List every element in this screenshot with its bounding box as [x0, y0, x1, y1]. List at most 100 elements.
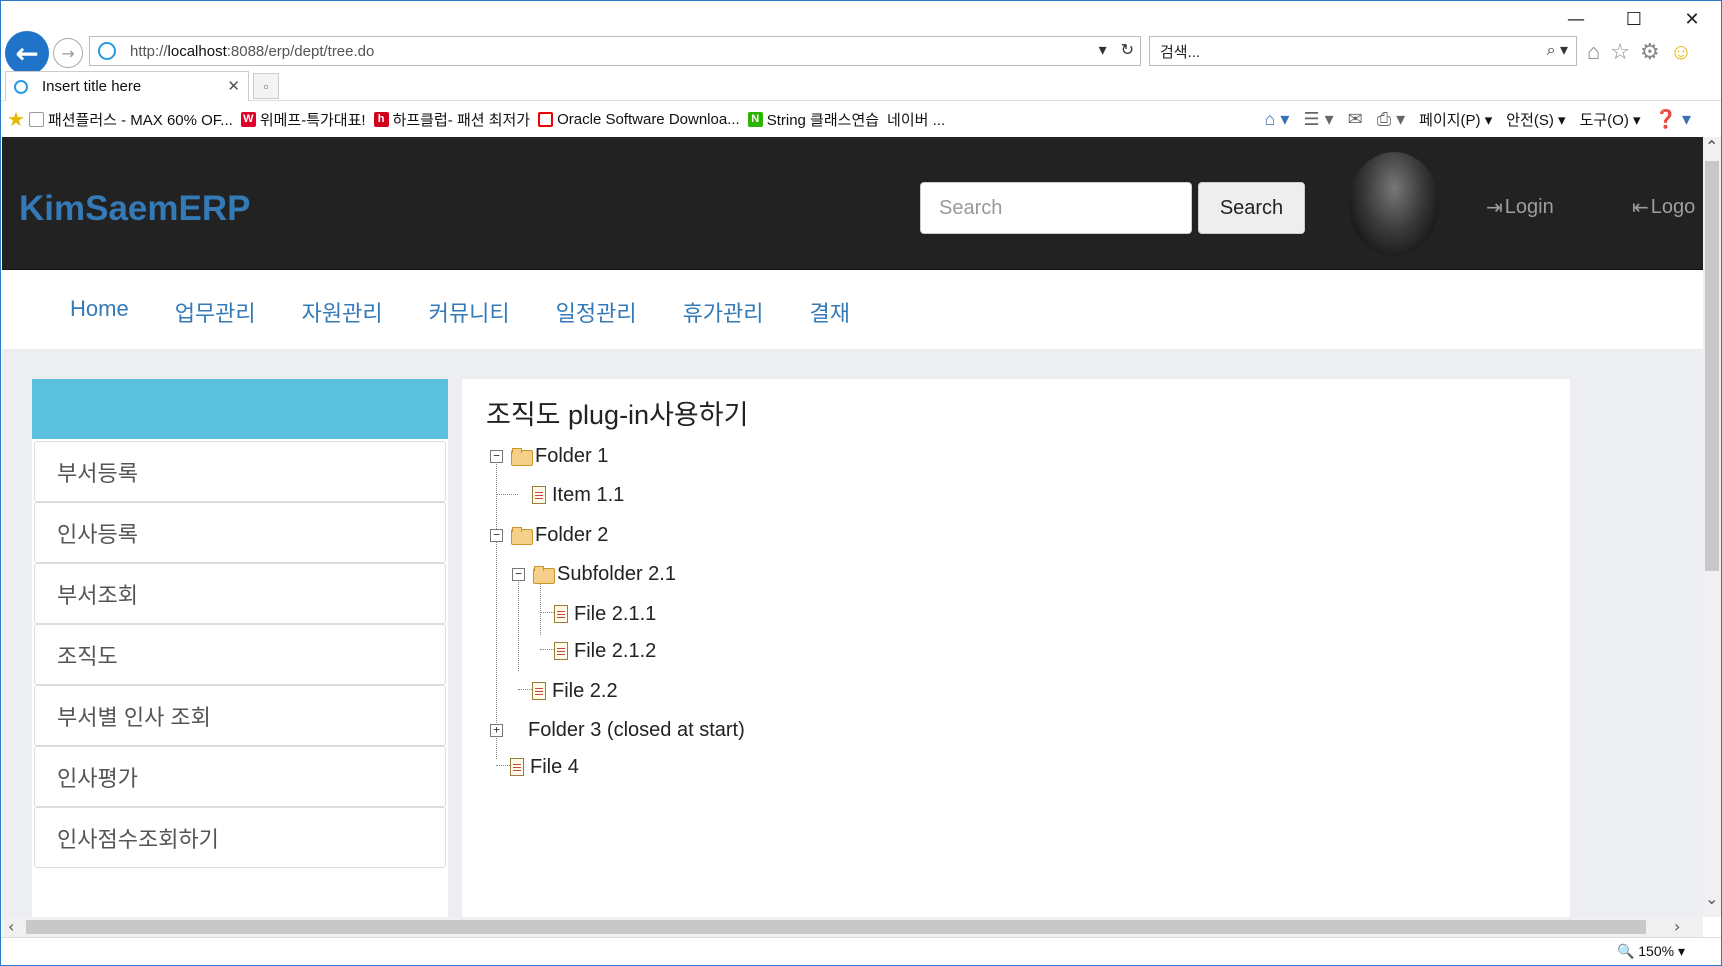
nav-item-community[interactable]: 커뮤니티	[429, 296, 510, 328]
back-button[interactable]: ←	[5, 31, 49, 75]
refresh-icon[interactable]: ↻	[1121, 40, 1134, 60]
nav-item-vacation[interactable]: 휴가관리	[683, 296, 764, 328]
favorite-link[interactable]: 네이버 ...	[887, 109, 945, 130]
page-title: 조직도 plug-in사용하기	[486, 400, 749, 430]
rss-icon[interactable]: ☰ ▾	[1303, 109, 1333, 130]
sidebar: 부서등록 인사등록 부서조회 조직도 부서별 인사 조회 인사평가 인사점수조회…	[32, 379, 448, 919]
zoom-icon: 🔍	[1616, 943, 1635, 959]
favorite-link[interactable]: 패션플러스 - MAX 60% OF...	[28, 109, 233, 130]
nav-item-approval[interactable]: 결재	[810, 296, 850, 328]
brand-logo[interactable]: KimSaemERP	[19, 189, 250, 229]
sidebar-item-org-chart[interactable]: 조직도	[34, 624, 446, 685]
favorite-link[interactable]: N String 클래스연습	[747, 109, 879, 130]
sidebar-item-hr-eval[interactable]: 인사평가	[34, 746, 446, 807]
tab-title: Insert title here	[42, 78, 142, 95]
browser-toolbar: — ☐ ✕ ← → http://localhost:8088/erp/dept…	[1, 1, 1721, 75]
horizontal-scrollbar[interactable]: ‹ ›	[2, 917, 1703, 937]
help-icon[interactable]: ❓ ▾	[1655, 109, 1691, 130]
command-bar: ⌂ ▾ ☰ ▾ ✉ ⎙ ▾ 페이지(P) ▾ 안전(S) ▾ 도구(O) ▾ ❓…	[1265, 101, 1691, 137]
page-menu[interactable]: 페이지(P) ▾	[1419, 109, 1492, 130]
vertical-scrollbar[interactable]: ⌃ ⌄	[1703, 137, 1721, 917]
new-tab-button[interactable]: ▫	[253, 73, 279, 99]
file-icon	[510, 758, 524, 776]
minimize-icon[interactable]: —	[1547, 1, 1605, 37]
favorite-link[interactable]: Oracle Software Downloa...	[538, 111, 740, 128]
collapse-icon[interactable]: −	[512, 567, 525, 581]
sidebar-list: 부서등록 인사등록 부서조회 조직도 부서별 인사 조회 인사평가 인사점수조회…	[34, 441, 446, 868]
tree-node-file[interactable]: Item 1.1	[532, 480, 624, 510]
scroll-down-icon[interactable]: ⌄	[1705, 889, 1718, 908]
tree-node-file[interactable]: File 2.1.2	[554, 636, 656, 666]
nav-item-home[interactable]: Home	[70, 296, 129, 328]
sidebar-item-dept-register[interactable]: 부서등록	[34, 441, 446, 502]
scroll-right-icon[interactable]: ›	[1674, 917, 1680, 936]
logout-link[interactable]: ⇤ Logo	[1632, 195, 1695, 219]
sidebar-item-hr-score[interactable]: 인사점수조회하기	[34, 807, 446, 868]
forward-button[interactable]: →	[53, 38, 83, 68]
url-host: localhost	[167, 42, 227, 60]
scroll-left-icon[interactable]: ‹	[8, 917, 14, 936]
tree-connector	[496, 765, 510, 766]
tree-node-folder[interactable]: − Folder 2	[490, 520, 608, 550]
browser-search-placeholder: 검색...	[1160, 43, 1201, 61]
horizontal-scroll-thumb[interactable]	[26, 920, 1646, 934]
dropdown-icon[interactable]: ▾	[1099, 40, 1107, 60]
h-icon: h	[373, 111, 389, 127]
nav-item-schedule[interactable]: 일정관리	[556, 296, 637, 328]
sidebar-item-hr-by-dept[interactable]: 부서별 인사 조회	[34, 685, 446, 746]
favorite-link[interactable]: W 위메프-특가대표!	[240, 109, 366, 130]
address-bar[interactable]: http://localhost:8088/erp/dept/tree.do ▾…	[89, 36, 1141, 66]
nav-item-resources[interactable]: 자원관리	[302, 296, 383, 328]
tree-node-file[interactable]: File 2.1.1	[554, 599, 656, 629]
vertical-scroll-thumb[interactable]	[1705, 161, 1719, 571]
login-icon: ⇥	[1486, 195, 1503, 219]
zoom-level[interactable]: 🔍 150% ▾	[1617, 943, 1685, 960]
search-icon[interactable]: ⌕ ▾	[1547, 40, 1568, 60]
scroll-up-icon[interactable]: ⌃	[1705, 137, 1718, 156]
tab-close-icon[interactable]: ✕	[227, 77, 240, 95]
safety-menu[interactable]: 안전(S) ▾	[1506, 109, 1565, 130]
file-icon	[554, 605, 568, 623]
settings-gear-icon[interactable]: ⚙	[1640, 39, 1660, 65]
favorites-star-add-icon[interactable]: ★	[7, 107, 25, 132]
sidebar-header	[32, 379, 448, 439]
tree-node-file[interactable]: File 2.2	[532, 676, 618, 706]
ie-tools: ⌂ ☆ ⚙ ☺	[1587, 39, 1692, 65]
site-nav: Home 업무관리 자원관리 커뮤니티 일정관리 휴가관리 결재	[2, 269, 1703, 349]
maximize-icon[interactable]: ☐	[1605, 1, 1663, 37]
home-icon[interactable]: ⌂	[1587, 39, 1600, 65]
browser-search-input[interactable]: 검색... ⌕ ▾	[1149, 36, 1577, 66]
sidebar-item-dept-search[interactable]: 부서조회	[34, 563, 446, 624]
tools-menu[interactable]: 도구(O) ▾	[1580, 109, 1641, 130]
avatar	[1349, 152, 1439, 256]
tree-node-file[interactable]: File 4	[510, 752, 579, 782]
collapse-icon[interactable]: −	[490, 449, 503, 463]
ie-tab-icon	[14, 79, 28, 94]
window-controls: — ☐ ✕	[1547, 1, 1721, 37]
close-icon[interactable]: ✕	[1663, 1, 1721, 37]
home-cmd-icon[interactable]: ⌂ ▾	[1265, 109, 1290, 130]
login-link[interactable]: ⇥ Login	[1486, 195, 1554, 219]
collapse-icon[interactable]: −	[490, 528, 503, 542]
site-search-input[interactable]: Search	[920, 182, 1192, 234]
favorites-star-icon[interactable]: ☆	[1610, 39, 1630, 65]
tree-node-folder[interactable]: − Subfolder 2.1	[512, 559, 676, 589]
tree-node-folder[interactable]: − Folder 1	[490, 441, 608, 471]
w-icon: W	[240, 111, 256, 127]
folder-open-icon	[511, 527, 533, 545]
favorite-link[interactable]: h 하프클럽- 패션 최저가	[373, 109, 530, 130]
site-search-button[interactable]: Search	[1198, 182, 1305, 234]
folder-open-icon	[511, 448, 533, 466]
tree-connector	[518, 689, 532, 690]
mail-icon[interactable]: ✉	[1348, 109, 1363, 130]
status-bar: 🔍 150% ▾	[1, 937, 1721, 965]
tree-node-folder-closed[interactable]: + Folder 3 (closed at start)	[490, 715, 745, 745]
browser-tab[interactable]: Insert title here ✕	[5, 71, 249, 101]
nav-item-work[interactable]: 업무관리	[175, 296, 256, 328]
sidebar-item-hr-register[interactable]: 인사등록	[34, 502, 446, 563]
expand-icon[interactable]: +	[490, 723, 503, 737]
content-area: 부서등록 인사등록 부서조회 조직도 부서별 인사 조회 인사평가 인사점수조회…	[2, 349, 1703, 919]
oracle-icon	[538, 111, 554, 127]
feedback-smiley-icon[interactable]: ☺	[1670, 39, 1692, 65]
print-icon[interactable]: ⎙ ▾	[1377, 109, 1405, 130]
